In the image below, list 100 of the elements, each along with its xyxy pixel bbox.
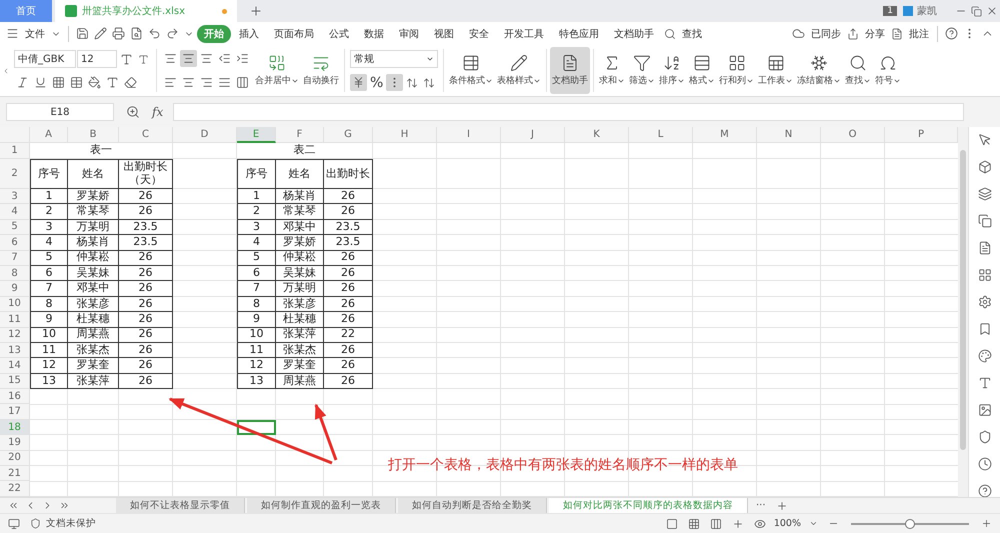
sheet-tab[interactable]: 如何制作直观的盈利一览表 — [247, 498, 396, 514]
sidebar-tool-icon[interactable] — [976, 482, 994, 500]
ribbon-tab[interactable]: 安全 — [462, 24, 496, 42]
column-header[interactable]: C — [119, 127, 173, 143]
sync-status[interactable]: 已同步 — [808, 26, 844, 40]
ribbon-button[interactable]: 求和 — [597, 47, 627, 94]
currency-icon[interactable] — [350, 74, 367, 91]
row-header[interactable]: 16 — [0, 389, 30, 404]
column-header[interactable]: J — [501, 127, 565, 143]
help-icon[interactable] — [943, 25, 960, 42]
vertical-scrollbar[interactable] — [958, 127, 968, 497]
print-icon[interactable] — [110, 25, 127, 42]
ribbon-button[interactable]: 排序 — [657, 47, 687, 94]
percent-button[interactable]: % — [368, 74, 386, 90]
ribbon-tab[interactable]: 开发工具 — [497, 24, 551, 42]
font-size-field[interactable]: 12 — [77, 50, 117, 68]
row-header[interactable]: 13 — [0, 342, 30, 358]
row-header[interactable]: 7 — [0, 250, 30, 266]
row-header[interactable]: 14 — [0, 358, 30, 374]
more-sheets-button[interactable]: ··· — [750, 500, 772, 511]
column-header[interactable]: F — [276, 127, 324, 143]
row-header[interactable]: 17 — [0, 404, 30, 420]
column-header[interactable]: P — [885, 127, 958, 143]
save-icon[interactable] — [74, 25, 91, 42]
sidebar-tool-icon[interactable] — [976, 455, 994, 473]
home-tab[interactable]: 首页 — [0, 0, 52, 22]
row-header[interactable]: 10 — [0, 296, 30, 312]
ribbon-tab[interactable]: 公式 — [322, 24, 356, 42]
cell-style-icon[interactable] — [68, 74, 85, 91]
name-box[interactable]: E18 — [6, 103, 114, 121]
ribbon-tab[interactable]: 页面布局 — [267, 24, 321, 42]
zoom-slider-thumb[interactable] — [905, 518, 915, 528]
ribbon-tab[interactable]: 视图 — [427, 24, 461, 42]
format-painter-icon[interactable] — [92, 25, 109, 42]
ribbon-tab[interactable]: 插入 — [232, 24, 266, 42]
row-header[interactable]: 1 — [0, 143, 30, 159]
row-header[interactable]: 8 — [0, 266, 30, 282]
column-header[interactable]: D — [173, 127, 237, 143]
ribbon-button[interactable]: 合并居中 — [253, 47, 301, 94]
ribbon-tab[interactable]: 文档助手 — [607, 24, 661, 42]
sidebar-tool-icon[interactable] — [976, 212, 994, 230]
column-header[interactable]: A — [30, 127, 68, 143]
share-button[interactable]: 分享 — [862, 26, 888, 40]
row-header[interactable]: 12 — [0, 328, 30, 343]
column-header[interactable]: I — [437, 127, 501, 143]
row-header[interactable]: 4 — [0, 204, 30, 220]
column-header[interactable]: H — [373, 127, 437, 143]
row-header[interactable]: 21 — [0, 466, 30, 482]
function-button[interactable]: fx — [152, 105, 164, 119]
font-name-field[interactable]: 中倩_GBK — [14, 50, 76, 68]
thousands-separator-icon[interactable] — [386, 74, 404, 91]
ribbon-button[interactable]: 冻结窗格 — [795, 47, 843, 94]
fill-color-icon[interactable] — [86, 74, 103, 91]
column-header[interactable]: E — [237, 127, 276, 143]
row-header[interactable]: 18 — [0, 420, 30, 436]
ribbon-tab[interactable]: 特色应用 — [552, 24, 606, 42]
ribbon-button[interactable]: 自动换行 — [301, 47, 341, 94]
ribbon-button[interactable]: 行和列 — [717, 47, 756, 94]
active-cell[interactable] — [237, 420, 276, 436]
row-header[interactable]: 15 — [0, 374, 30, 390]
ribbon-button[interactable]: 工作表 — [756, 47, 795, 94]
row-header[interactable]: 11 — [0, 312, 30, 328]
column-header[interactable]: B — [68, 127, 119, 143]
ribbon-tab[interactable]: 审阅 — [392, 24, 426, 42]
formula-input[interactable] — [173, 103, 964, 121]
zoom-level[interactable]: 100% — [774, 518, 801, 529]
ribbon-button[interactable]: 文档助手 — [550, 47, 590, 94]
eraser-icon[interactable] — [122, 74, 139, 91]
search-link[interactable]: 查找 — [679, 26, 705, 40]
ribbon-button[interactable]: 条件格式 — [447, 47, 495, 94]
sheet-tab[interactable]: 如何对比两张不同顺序的表格数据内容 — [549, 498, 748, 514]
column-header[interactable]: M — [693, 127, 757, 143]
row-header[interactable]: 20 — [0, 450, 30, 466]
sheet-tab[interactable]: 如何自动判断是否给全勤奖 — [398, 498, 547, 514]
column-header[interactable]: G — [324, 127, 373, 143]
user-name[interactable]: 蒙凯 — [917, 4, 937, 18]
border-icon[interactable] — [50, 74, 67, 91]
sheet-tab[interactable]: 如何不让表格显示零值 — [116, 498, 245, 514]
comment-button[interactable]: 批注 — [906, 26, 932, 40]
column-header[interactable]: L — [629, 127, 693, 143]
column-header[interactable]: O — [821, 127, 885, 143]
ribbon-button[interactable]: 筛选 — [627, 47, 657, 94]
ribbon-button[interactable]: 符号 — [873, 47, 903, 94]
row-header[interactable]: 9 — [0, 281, 30, 297]
row-header[interactable]: 22 — [0, 481, 30, 497]
row-header[interactable]: 5 — [0, 220, 30, 236]
ribbon-button[interactable]: 查找 — [843, 47, 873, 94]
file-tab[interactable]: 卅篮共享办公文件.xlsx — [55, 0, 237, 22]
number-format-field[interactable]: 常规 — [350, 50, 438, 68]
column-header[interactable]: K — [565, 127, 629, 143]
row-header[interactable]: 6 — [0, 235, 30, 251]
column-header[interactable]: N — [757, 127, 821, 143]
row-header[interactable]: 2 — [0, 159, 30, 189]
ribbon-tab[interactable]: 开始 — [197, 24, 231, 42]
sidebar-tool-icon[interactable] — [976, 347, 994, 365]
ribbon-tab[interactable]: 数据 — [357, 24, 391, 42]
row-header[interactable]: 19 — [0, 435, 30, 451]
ribbon-button[interactable]: 表格样式 — [495, 47, 543, 94]
align-icon[interactable] — [180, 50, 197, 68]
file-menu[interactable]: 文件 — [22, 26, 48, 40]
